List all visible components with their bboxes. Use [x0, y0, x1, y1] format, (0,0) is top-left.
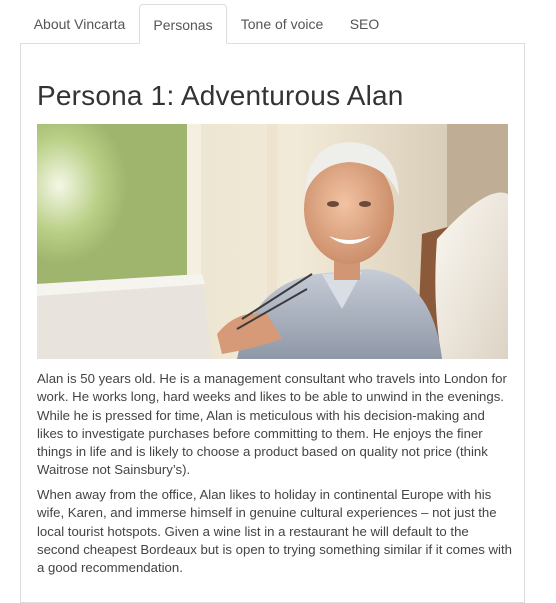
persona-description-paragraph-1: Alan is 50 years old. He is a management… [37, 371, 507, 478]
tab-bar: About Vincarta Personas Tone of voice SE… [20, 4, 526, 44]
tab-personas[interactable]: Personas [139, 4, 227, 44]
persona-photo [37, 124, 508, 359]
persona-title: Persona 1: Adventurous Alan [37, 80, 404, 111]
persona-description-paragraph-2: When away from the office, Alan likes to… [37, 487, 512, 576]
tab-seo[interactable]: SEO [337, 4, 392, 44]
tab-tone-of-voice[interactable]: Tone of voice [227, 4, 337, 44]
tab-about-vincarta[interactable]: About Vincarta [20, 4, 139, 44]
